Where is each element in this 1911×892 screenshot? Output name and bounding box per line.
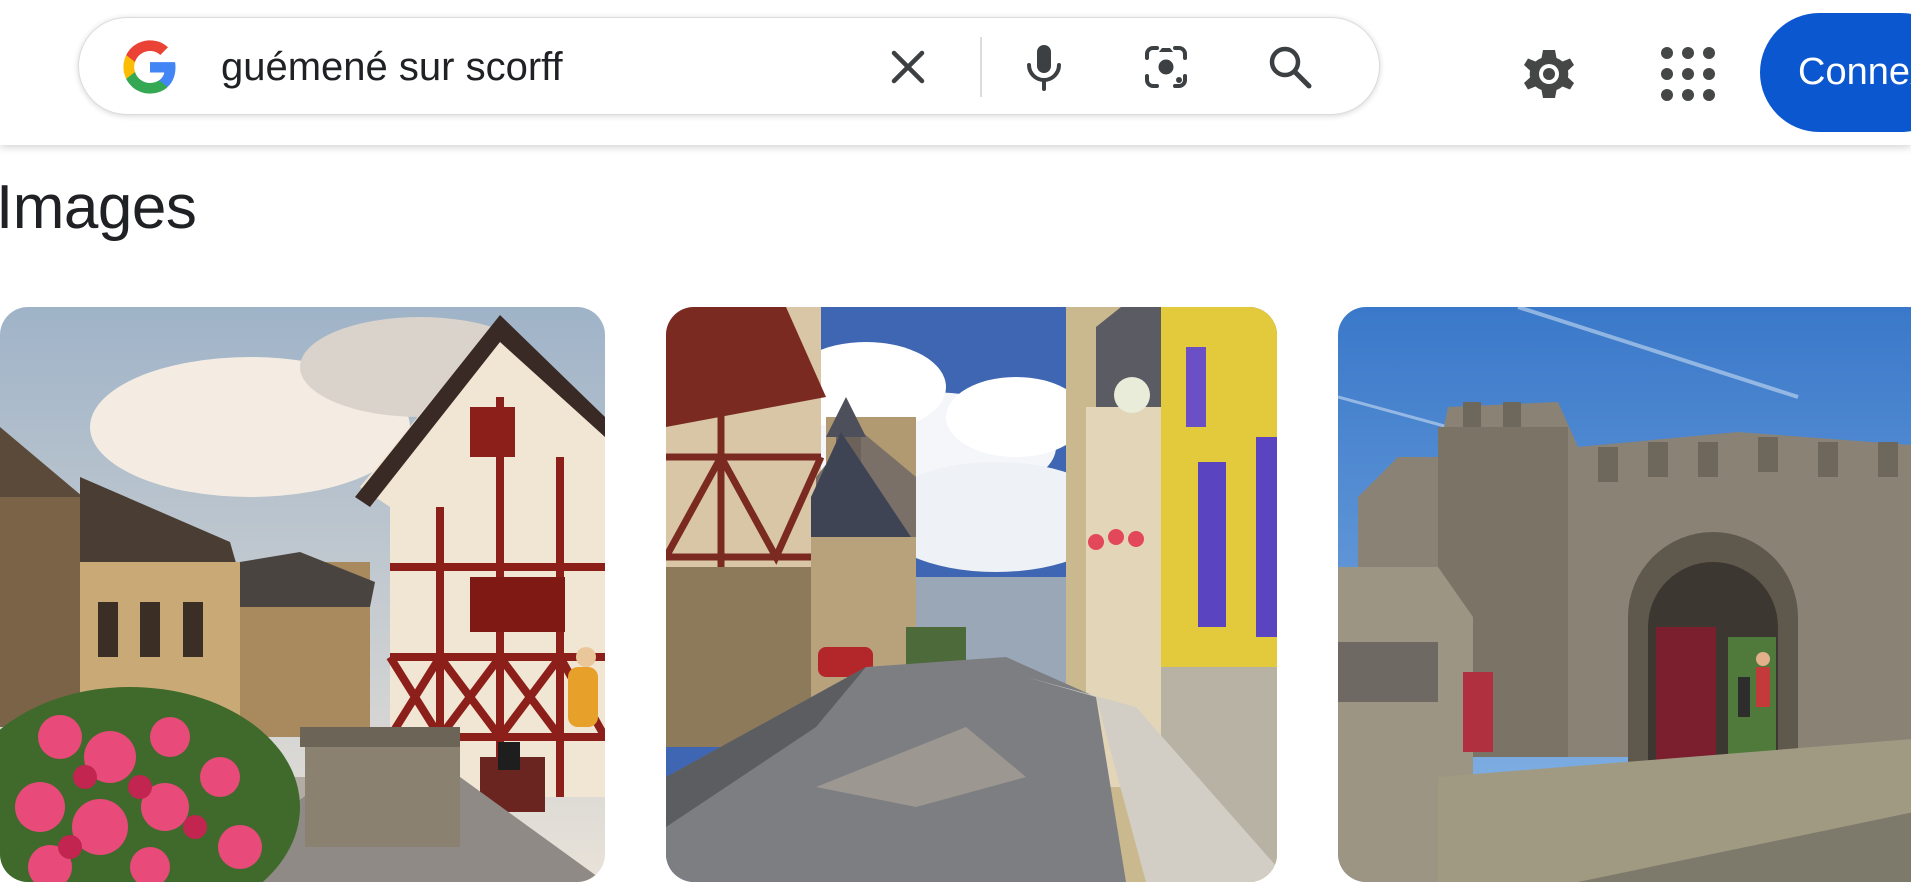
gear-icon[interactable] — [1515, 40, 1583, 108]
search-input[interactable]: guémené sur scorff — [221, 18, 563, 116]
camera-lens-icon[interactable] — [1139, 40, 1193, 94]
google-logo-icon[interactable] — [121, 38, 179, 96]
castle-gate-thumbnail-icon — [1338, 307, 1911, 882]
village-street-thumbnail-icon — [666, 307, 1277, 882]
image-result-1[interactable] — [0, 307, 605, 882]
sign-in-button[interactable]: Connexion — [1760, 13, 1911, 132]
search-divider — [980, 37, 982, 97]
clear-icon[interactable] — [883, 42, 933, 92]
microphone-icon[interactable] — [1017, 40, 1071, 94]
half-timbered-house-thumbnail-icon — [0, 307, 605, 882]
images-section-title: Images — [0, 173, 197, 242]
search-header: guémené sur scorff Conne — [0, 0, 1911, 145]
image-result-2[interactable] — [666, 307, 1277, 882]
search-box[interactable]: guémené sur scorff — [78, 17, 1380, 115]
search-icon[interactable] — [1263, 40, 1317, 94]
apps-grid-icon[interactable] — [1658, 44, 1718, 104]
image-result-3[interactable] — [1338, 307, 1911, 882]
